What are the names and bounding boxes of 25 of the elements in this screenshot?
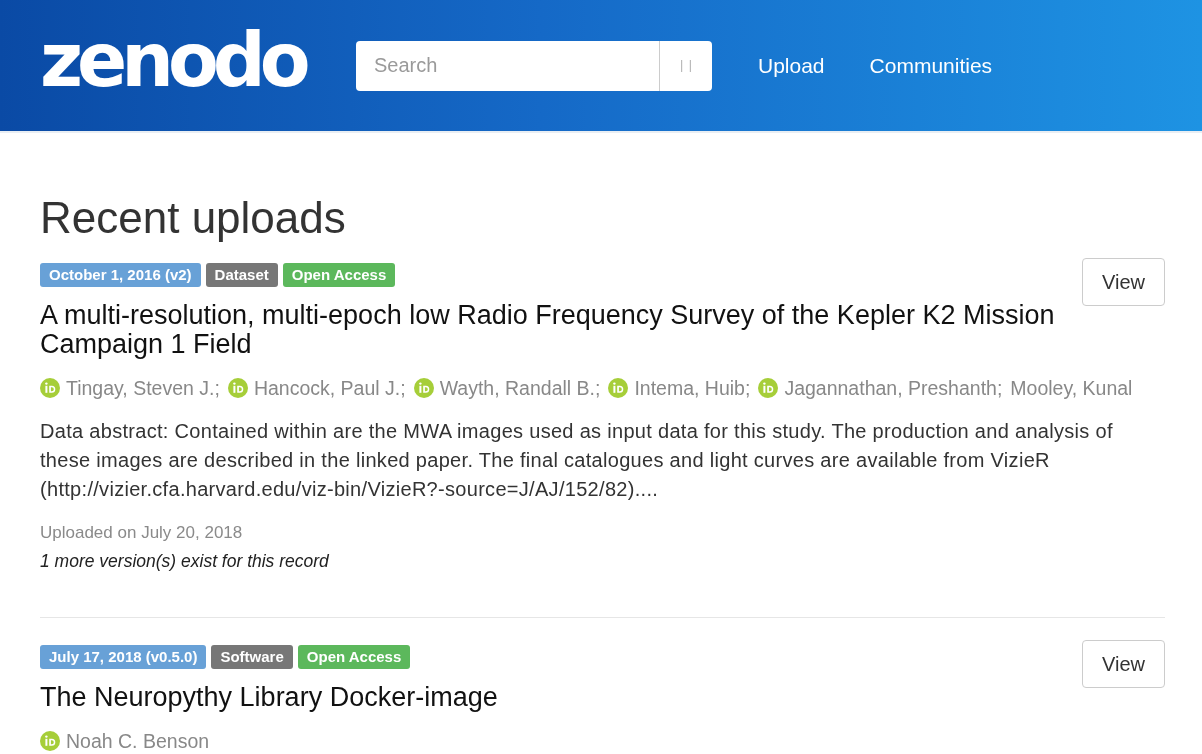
search-field[interactable]: Search: [356, 40, 659, 91]
record-label: Software: [211, 645, 293, 669]
record-label: July 17, 2018 (v0.5.0): [40, 645, 207, 669]
site-logo[interactable]: zenodo: [40, 16, 315, 105]
author-name: Jagannathan, Preshanth;: [784, 376, 1003, 400]
record-label: Open Access: [282, 263, 396, 287]
upload-date: Uploaded on July 20, 2018: [40, 522, 244, 544]
nav-link[interactable]: Communities: [869, 53, 993, 78]
view-button[interactable]: View: [1082, 640, 1165, 688]
search-button[interactable]: [659, 40, 712, 91]
author-name: Wayth, Randall B.;: [439, 376, 601, 400]
record-label: October 1, 2016 (v2): [40, 263, 201, 287]
author-name: Mooley, Kunal: [1010, 376, 1133, 400]
record-abstract: Data abstract: Contained within are the MWA images used as input data for this study. The production and analysis of these images are described in the linked paper. The final catalogues and light curves are available from VizieR (http://vizier.cfa.harvard.edu/viz-bin/VizieR?-source=J/AJ/152/82)....: [40, 419, 1114, 502]
record-label: Open Access: [297, 645, 411, 669]
author-name: Hancock, Paul J.;: [253, 376, 406, 400]
nav-link[interactable]: Upload: [758, 53, 825, 78]
author-name: Tingay, Steven J.;: [66, 376, 220, 400]
record-label: Dataset: [205, 263, 278, 287]
versions-note: 1 more version(s) exist for this record: [40, 550, 330, 573]
page-heading: Recent uploads: [40, 192, 347, 244]
author-name: Noah C. Benson: [66, 729, 210, 753]
view-button[interactable]: View: [1082, 258, 1165, 306]
author-name: Intema, Huib;: [634, 376, 751, 400]
missing-glyph-icon: [681, 59, 691, 72]
